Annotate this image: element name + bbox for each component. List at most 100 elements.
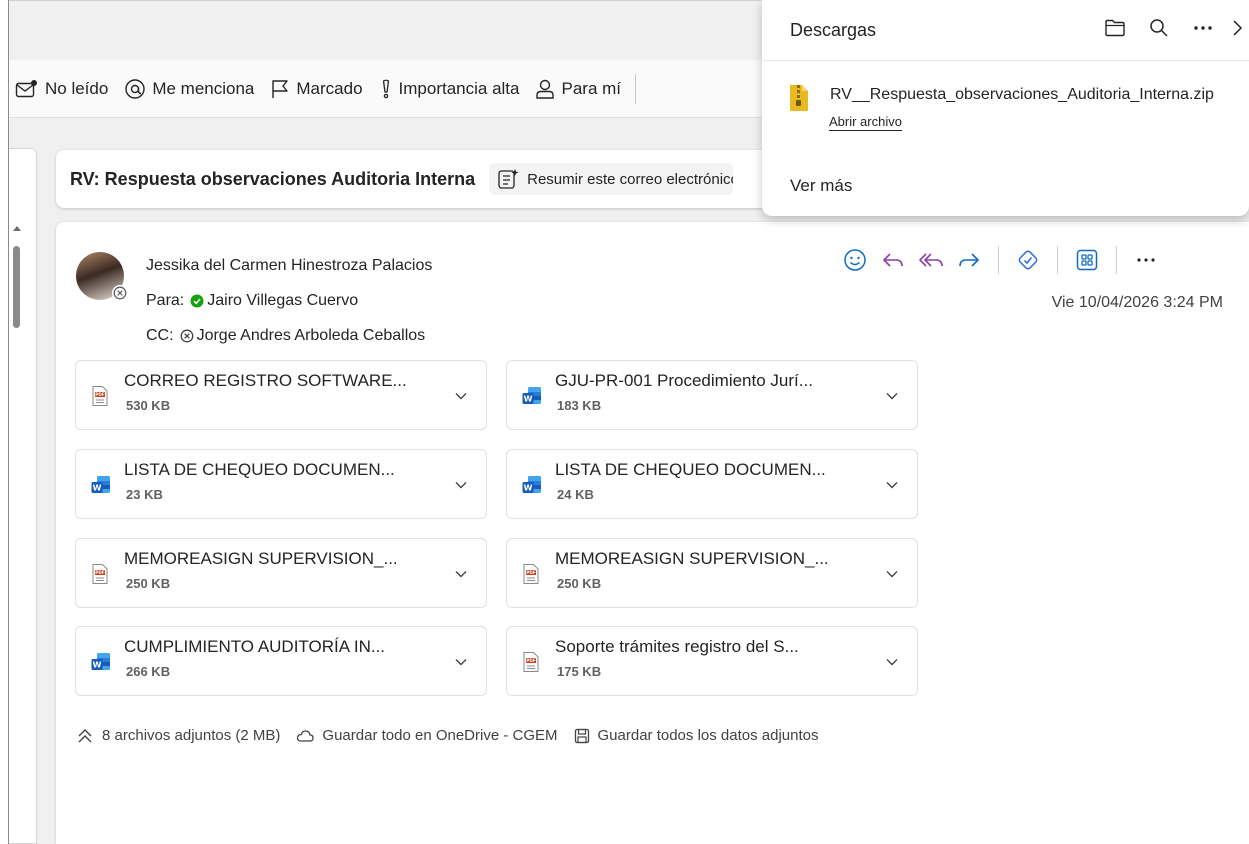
zip-file-icon (788, 83, 810, 118)
reply-all-button[interactable] (912, 244, 950, 276)
scroll-up-arrow-icon[interactable] (13, 226, 21, 231)
attachment-card[interactable]: W LISTA DE CHEQUEO DOCUMEN... 23 KB (75, 449, 487, 519)
filter-flagged-label: Marcado (296, 78, 363, 98)
reply-icon (883, 253, 903, 267)
attachment-card[interactable]: PDF Soporte trámites registro del S... 175… (506, 626, 918, 696)
summarize-icon (498, 169, 519, 189)
actions-divider (1116, 246, 1117, 274)
downloads-more-button[interactable] (1181, 10, 1225, 46)
attachment-card[interactable]: W LISTA DE CHEQUEO DOCUMEN... 24 KB (506, 449, 918, 519)
presence-available-icon (190, 294, 204, 308)
filter-flagged[interactable]: Marcado (270, 78, 363, 100)
svg-text:W: W (93, 661, 102, 670)
search-downloads-button[interactable] (1137, 10, 1181, 46)
scrollbar-thumb[interactable] (13, 246, 20, 328)
attachment-card[interactable]: W CUMPLIMIENTO AUDITORÍA IN... 266 KB (75, 626, 487, 696)
chevron-down-icon[interactable] (454, 654, 468, 672)
svg-text:W: W (93, 484, 102, 493)
attachment-name: MEMOREASIGN SUPERVISION_... (124, 549, 398, 568)
pdf-file-icon: PDF (521, 651, 541, 678)
react-button[interactable] (836, 244, 874, 276)
copilot-button[interactable] (1009, 244, 1047, 276)
forward-button[interactable] (950, 244, 988, 276)
to-recipient[interactable]: Jairo Villegas Cuervo (207, 292, 358, 310)
filter-to-me[interactable]: Para mí (535, 78, 621, 100)
more-actions-button[interactable] (1127, 244, 1165, 276)
chevron-down-icon[interactable] (885, 477, 899, 495)
downloads-divider (762, 60, 1249, 61)
attachment-name: GJU-PR-001 Procedimiento Jurí... (555, 371, 813, 390)
chevron-right-icon (1233, 20, 1243, 36)
cloud-icon (297, 729, 315, 742)
chevron-down-icon[interactable] (454, 566, 468, 584)
folder-icon (1105, 19, 1125, 37)
summarize-button[interactable]: Resumir este correo electrónico (489, 163, 734, 195)
reading-pane: Jessika del Carmen Hinestroza Palacios P… (56, 222, 1249, 844)
reply-button[interactable] (874, 244, 912, 276)
chevron-down-icon[interactable] (454, 477, 468, 495)
filter-important-label: Importancia alta (398, 78, 520, 98)
sender-name[interactable]: Jessika del Carmen Hinestroza Palacios (146, 257, 432, 275)
message-actions (836, 244, 1165, 276)
word-file-icon: W (90, 651, 112, 678)
attachment-size: 530 KB (126, 398, 171, 413)
downloaded-file-name[interactable]: RV__Respuesta_observaciones_Auditoria_In… (830, 86, 1214, 104)
attachments-footer: 8 archivos adjuntos (2 MB) Guardar todo … (76, 727, 835, 744)
svg-text:PDF: PDF (95, 570, 105, 575)
attachment-size: 250 KB (126, 576, 171, 591)
filter-important[interactable]: Importancia alta (379, 78, 520, 100)
attachment-size: 175 KB (557, 664, 602, 679)
apps-button[interactable] (1068, 244, 1106, 276)
attachment-size: 250 KB (557, 576, 602, 591)
collapse-attachments-button[interactable]: 8 archivos adjuntos (2 MB) (76, 727, 280, 744)
save-icon (574, 728, 589, 743)
word-file-icon: W (90, 474, 112, 501)
attachment-name: LISTA DE CHEQUEO DOCUMEN... (124, 460, 395, 479)
open-downloads-folder-button[interactable] (1093, 10, 1137, 46)
chevron-down-icon[interactable] (885, 654, 899, 672)
save-onedrive-button[interactable]: Guardar todo en OneDrive - CGEM (296, 727, 558, 744)
downloads-close-button[interactable] (1225, 10, 1249, 46)
person-icon (536, 79, 555, 99)
save-onedrive-label: Guardar todo en OneDrive - CGEM (322, 727, 558, 744)
attachment-card[interactable]: PDF CORREO REGISTRO SOFTWARE... 530 KB (75, 360, 487, 430)
cc-recipient[interactable]: Jorge Andres Arboleda Ceballos (197, 327, 426, 345)
filter-mentions[interactable]: Me menciona (124, 78, 254, 100)
pdf-file-icon: PDF (90, 385, 110, 412)
attachment-card[interactable]: PDF MEMOREASIGN SUPERVISION_... 250 KB (75, 538, 487, 608)
to-label: Para: (146, 292, 185, 309)
window-left-edge (0, 0, 9, 844)
save-all-label: Guardar todos los datos adjuntos (597, 727, 819, 744)
flag-icon (272, 79, 289, 98)
attachment-card[interactable]: PDF MEMOREASIGN SUPERVISION_... 250 KB (506, 538, 918, 608)
chevron-down-icon[interactable] (885, 388, 899, 406)
attachment-name: MEMOREASIGN SUPERVISION_... (555, 549, 829, 568)
downloads-toolbar (1093, 10, 1249, 46)
downloads-title: Descargas (790, 20, 877, 40)
filter-unread-label: No leído (45, 78, 109, 98)
attachments-count: 8 archivos adjuntos (2 MB) (102, 727, 281, 744)
smiley-icon (844, 249, 866, 271)
pdf-file-icon: PDF (90, 563, 110, 590)
svg-text:PDF: PDF (526, 658, 536, 663)
attachment-size: 183 KB (557, 398, 602, 413)
attachment-size: 266 KB (126, 664, 171, 679)
chevron-down-icon[interactable] (885, 566, 899, 584)
see-more-link[interactable]: Ver más (790, 176, 852, 196)
filter-unread[interactable]: No leído (15, 79, 108, 99)
presence-offline-icon (112, 285, 128, 301)
downloads-panel: Descargas RV__Respuesta_observaciones_Au… (762, 0, 1249, 216)
attachment-name: Soporte trámites registro del S... (555, 637, 799, 656)
filter-divider (635, 73, 637, 104)
reply-all-icon (919, 253, 943, 267)
svg-text:W: W (524, 484, 533, 493)
open-file-link[interactable]: Abrir archivo (829, 114, 902, 131)
attachment-card[interactable]: W GJU-PR-001 Procedimiento Jurí... 183 KB (506, 360, 918, 430)
svg-text:W: W (524, 395, 533, 404)
more-horizontal-icon (1137, 258, 1155, 262)
attachment-name: CUMPLIMIENTO AUDITORÍA IN... (124, 637, 386, 656)
more-horizontal-icon (1194, 26, 1212, 30)
save-all-button[interactable]: Guardar todos los datos adjuntos (574, 727, 819, 744)
chevron-down-icon[interactable] (454, 388, 468, 406)
email-date: Vie 10/04/2026 3:24 PM (1051, 294, 1223, 311)
